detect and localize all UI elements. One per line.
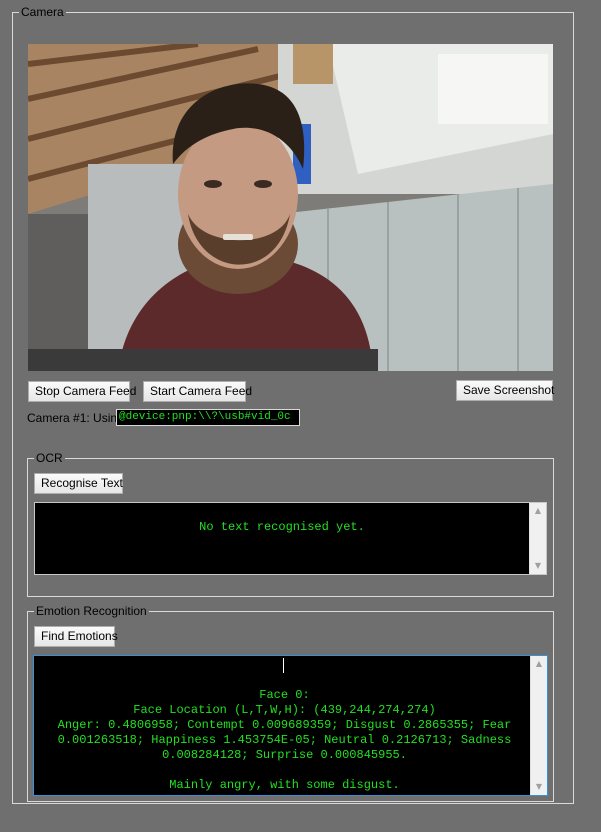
emotion-output[interactable]: Face 0: Face Location (L,T,W,H): (439,24… <box>33 655 548 796</box>
ocr-output-text: No text recognised yet. <box>199 520 365 534</box>
text-cursor <box>283 658 284 673</box>
scroll-down-icon[interactable]: ▼ <box>531 779 547 795</box>
camera-device-field[interactable]: @device:pnp:\\?\usb#vid_0c <box>116 409 300 426</box>
emotion-group-title: Emotion Recognition <box>34 604 149 618</box>
scroll-up-icon[interactable]: ▲ <box>530 503 546 519</box>
camera-group-title: Camera <box>19 5 66 19</box>
find-emotions-button[interactable]: Find Emotions <box>34 626 118 647</box>
save-screenshot-button[interactable]: Save Screenshot <box>456 380 554 401</box>
emotion-output-text: Face 0: Face Location (L,T,W,H): (439,24… <box>57 688 512 792</box>
start-camera-feed-button[interactable]: Start Camera Feed <box>143 381 252 402</box>
recognise-text-button[interactable]: Recognise Text <box>34 473 123 494</box>
emotion-scrollbar[interactable]: ▲ ▼ <box>530 656 547 795</box>
ocr-scrollbar[interactable]: ▲ ▼ <box>529 503 546 574</box>
camera-device-label: Camera #1: Using <box>27 411 124 425</box>
camera-feed <box>28 44 553 371</box>
scroll-down-icon[interactable]: ▼ <box>530 558 546 574</box>
stop-camera-feed-button[interactable]: Stop Camera Feed <box>28 381 136 402</box>
ocr-group-title: OCR <box>34 451 65 465</box>
ocr-output[interactable]: No text recognised yet. ▲ ▼ <box>34 502 547 575</box>
scroll-up-icon[interactable]: ▲ <box>531 656 547 672</box>
camera-feed-image <box>28 44 553 371</box>
